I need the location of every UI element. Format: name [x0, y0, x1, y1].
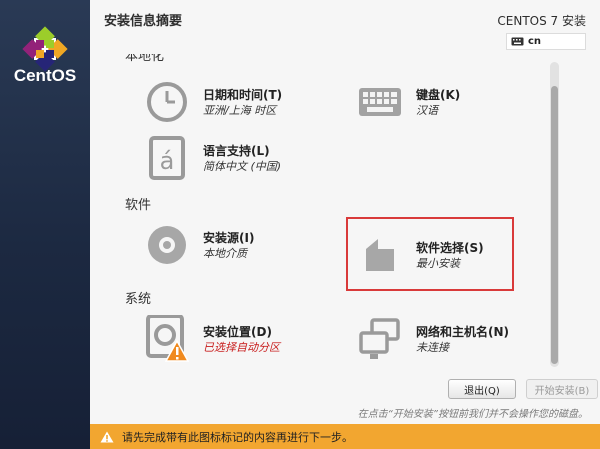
installation-destination-status: 已选择自动分区	[203, 340, 280, 354]
section-label-software: 软件	[125, 198, 152, 213]
disc-icon	[145, 223, 189, 267]
package-icon	[358, 233, 402, 277]
spoke-network-hostname[interactable]: 网络和主机名(N) 未连接	[358, 317, 509, 361]
warning-bar: 请先完成带有此图标标记的内容再进行下一步。	[90, 424, 600, 449]
language-icon: á	[145, 136, 189, 180]
keyboard-title: 键盘(K)	[416, 87, 461, 102]
spoke-keyboard[interactable]: 键盘(K) 汉语	[358, 80, 460, 124]
software-selection-title: 软件选择(S)	[416, 240, 484, 255]
keyboard-layout-label: cn	[528, 36, 542, 47]
main-panel: 安装信息摘要 CENTOS 7 安装 cn 本地化 日期和时间(T) 亚洲/上海…	[90, 0, 600, 449]
sidebar: CentOS	[0, 0, 90, 449]
date-time-title: 日期和时间(T)	[203, 87, 283, 102]
spoke-software-selection[interactable]: 软件选择(S) 最小安装	[358, 233, 484, 277]
network-title: 网络和主机名(N)	[416, 324, 510, 339]
spoke-language-support[interactable]: á 语言支持(L) 简体中文 (中国)	[145, 136, 281, 180]
installation-source-title: 安装源(I)	[203, 230, 255, 245]
hub-scrollbar[interactable]	[550, 62, 559, 367]
section-label-system: 系统	[125, 292, 152, 307]
hub-content: 本地化 日期和时间(T) 亚洲/上海 时区 键盘(K) 汉语 á 语言支持(L)…	[90, 54, 560, 376]
scrollbar-thumb[interactable]	[551, 86, 558, 364]
warning-icon	[100, 431, 114, 442]
section-label-localization: 本地化	[125, 54, 165, 64]
network-icon	[358, 317, 402, 361]
date-time-status: 亚洲/上海 时区	[203, 103, 277, 117]
keyboard-large-icon	[358, 80, 402, 124]
spoke-installation-destination[interactable]: 安装位置(D) 已选择自动分区	[145, 315, 280, 362]
spoke-installation-source[interactable]: 安装源(I) 本地介质	[145, 223, 254, 267]
keyboard-layout-indicator[interactable]: cn	[506, 33, 586, 50]
svg-text:á: á	[160, 147, 175, 175]
page-title: 安装信息摘要	[104, 14, 183, 29]
installation-destination-title: 安装位置(D)	[203, 324, 272, 339]
disk-hint-text: 在点击“开始安装”按钮前我们并不会操作您的磁盘。	[357, 409, 588, 420]
network-status: 未连接	[416, 340, 449, 354]
hard-disk-warning-icon	[145, 315, 189, 362]
begin-installation-button[interactable]: 开始安装(B)	[526, 379, 598, 399]
clock-icon	[145, 80, 189, 124]
product-title: CENTOS 7 安装	[497, 14, 586, 28]
software-selection-status: 最小安装	[416, 256, 460, 270]
spoke-date-time[interactable]: 日期和时间(T) 亚洲/上海 时区	[145, 80, 282, 124]
language-title: 语言支持(L)	[203, 143, 270, 158]
keyboard-status: 汉语	[416, 103, 438, 117]
language-status: 简体中文 (中国)	[203, 159, 282, 173]
installation-source-status: 本地介质	[203, 246, 247, 260]
brand-name: CentOS	[13, 66, 77, 85]
warning-message: 请先完成带有此图标标记的内容再进行下一步。	[122, 430, 353, 444]
keyboard-icon	[511, 37, 524, 46]
quit-button[interactable]: 退出(Q)	[448, 379, 516, 399]
